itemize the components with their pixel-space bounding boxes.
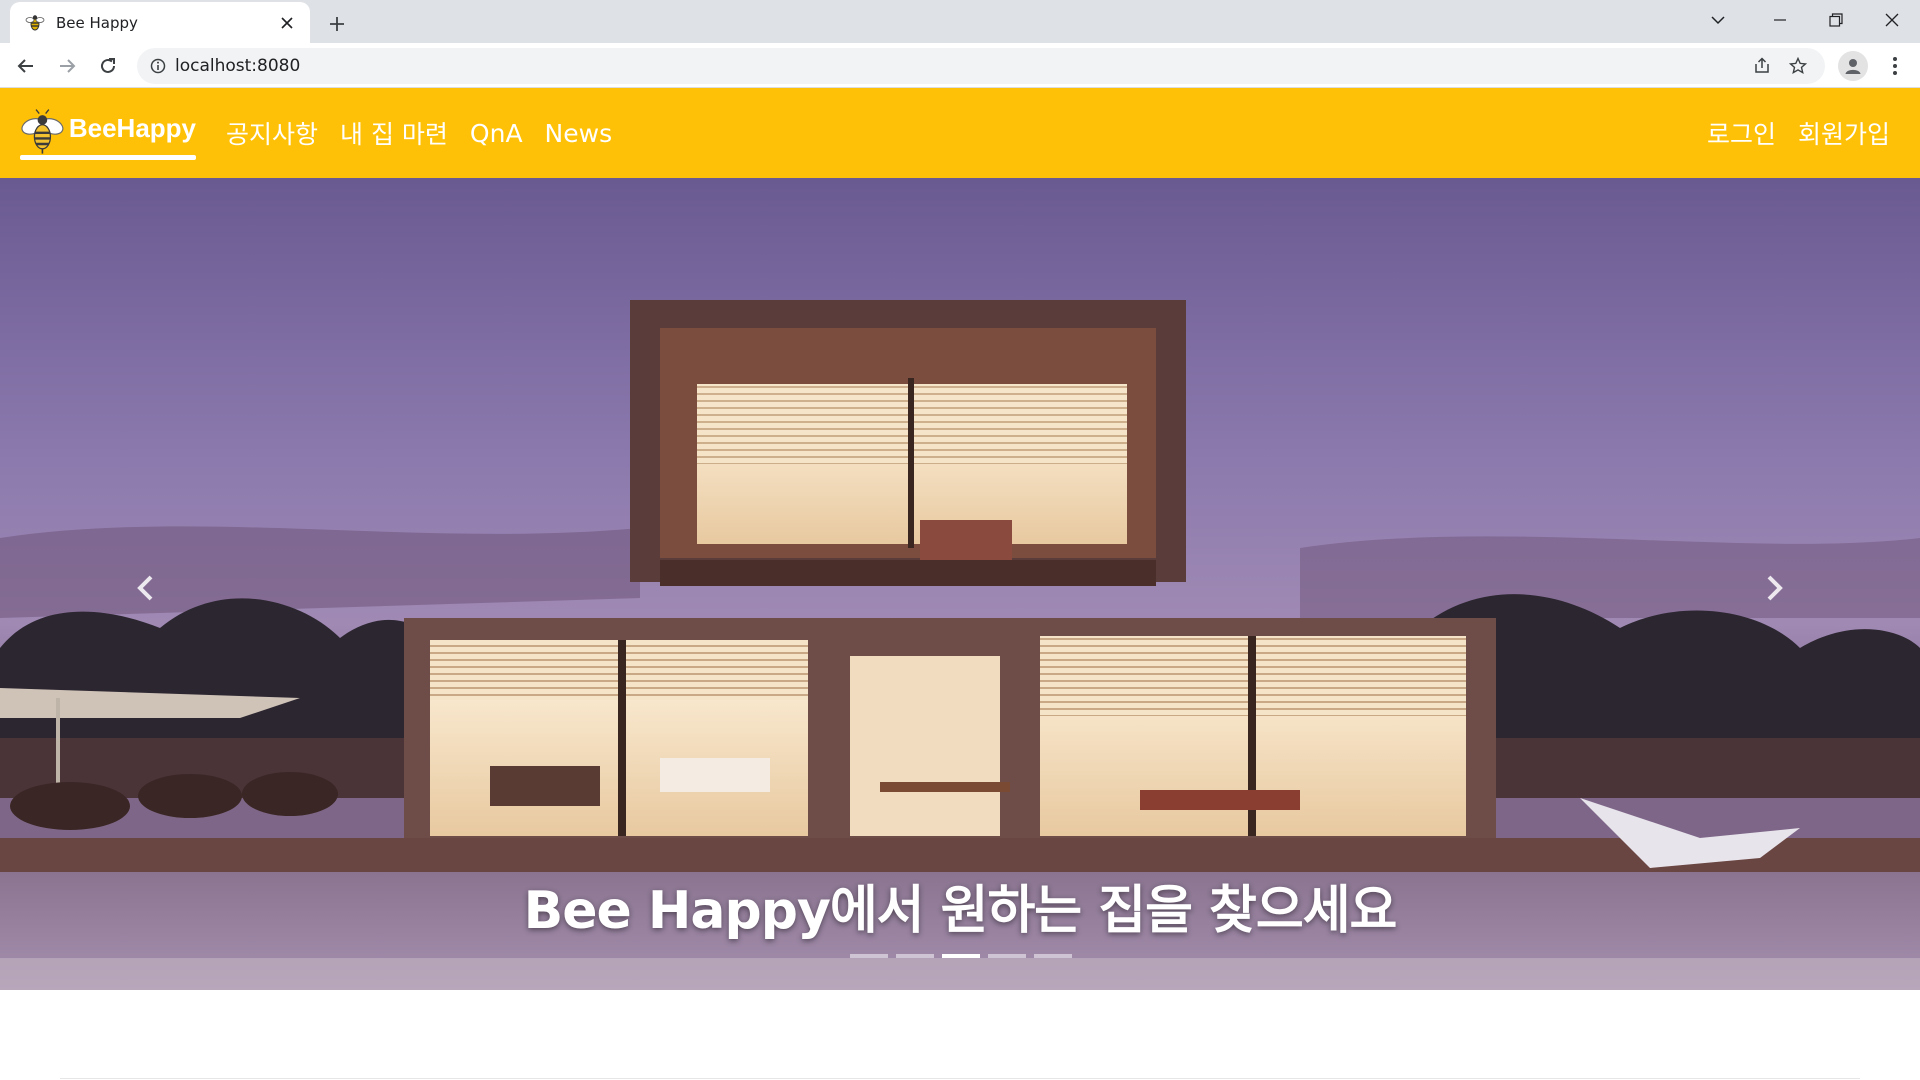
signup-link[interactable]: 회원가입 [1798, 115, 1890, 151]
site-info-icon[interactable] [141, 58, 175, 74]
hero-carousel: Bee Happy에서 원하는 집을 찾으세요 [0, 178, 1920, 990]
brand-name: BeeHappy [68, 112, 196, 143]
tab-title: Bee Happy [56, 13, 138, 32]
browser-menu-icon[interactable] [1882, 51, 1908, 81]
minimize-icon [1774, 19, 1786, 21]
carousel-indicators [850, 954, 1072, 958]
brand-logo[interactable]: BeeHappy [20, 102, 196, 162]
page-content-area [0, 990, 1920, 1080]
chevron-right-icon [1767, 575, 1783, 601]
hero-caption: Bee Happy에서 원하는 집을 찾으세요 [523, 881, 1398, 941]
browser-tab[interactable]: Bee Happy [10, 2, 310, 43]
auth-nav: 로그인 회원가입 [1707, 88, 1890, 178]
nav-link-notice[interactable]: 공지사항 [226, 115, 318, 151]
chevron-left-icon [137, 575, 153, 601]
nav-link-home-buying[interactable]: 내 집 마련 [340, 115, 448, 151]
share-icon[interactable] [1749, 53, 1775, 79]
window-controls [1752, 0, 1920, 40]
chevron-down-icon [1711, 16, 1725, 25]
carousel-next-button[interactable] [1745, 558, 1805, 618]
close-icon [1885, 13, 1899, 27]
arrow-left-icon [17, 59, 33, 73]
login-link[interactable]: 로그인 [1707, 115, 1776, 151]
address-bar[interactable]: localhost:8080 [137, 48, 1825, 84]
profile-avatar-icon[interactable] [1838, 51, 1868, 81]
restore-icon [1829, 13, 1843, 27]
carousel-indicator-2[interactable] [896, 954, 934, 958]
new-tab-button[interactable] [322, 9, 352, 39]
plus-icon [330, 17, 344, 31]
carousel-prev-button[interactable] [115, 558, 175, 618]
restore-button[interactable] [1808, 0, 1864, 40]
forward-button[interactable] [51, 50, 83, 82]
content-divider [60, 1078, 1860, 1079]
browser-tabstrip: Bee Happy [0, 0, 1920, 43]
carousel-indicator-3[interactable] [942, 954, 980, 958]
bee-logo-icon [21, 109, 64, 154]
site-navbar: BeeHappy 공지사항 내 집 마련 QnA News 로그인 회원가입 [0, 88, 1920, 178]
back-button[interactable] [10, 50, 42, 82]
nav-link-news[interactable]: News [545, 119, 613, 148]
bookmark-star-icon[interactable] [1785, 53, 1811, 79]
reload-icon [101, 58, 115, 73]
address-bar-actions [1749, 53, 1825, 79]
reload-button[interactable] [92, 50, 124, 82]
main-nav: 공지사항 내 집 마련 QnA News [226, 88, 612, 178]
minimize-button[interactable] [1752, 0, 1808, 40]
carousel-indicator-4[interactable] [988, 954, 1026, 958]
nav-link-qna[interactable]: QnA [470, 119, 523, 148]
carousel-indicator-1[interactable] [850, 954, 888, 958]
tab-search-button[interactable] [1700, 4, 1736, 36]
browser-toolbar: localhost:8080 [0, 43, 1920, 88]
carousel-indicator-5[interactable] [1034, 954, 1072, 958]
tab-close-icon[interactable] [276, 12, 298, 34]
brand-underline [20, 155, 196, 160]
close-window-button[interactable] [1864, 0, 1920, 40]
arrow-right-icon [60, 59, 76, 73]
bee-favicon-icon [24, 12, 46, 34]
url-text: localhost:8080 [175, 56, 301, 76]
